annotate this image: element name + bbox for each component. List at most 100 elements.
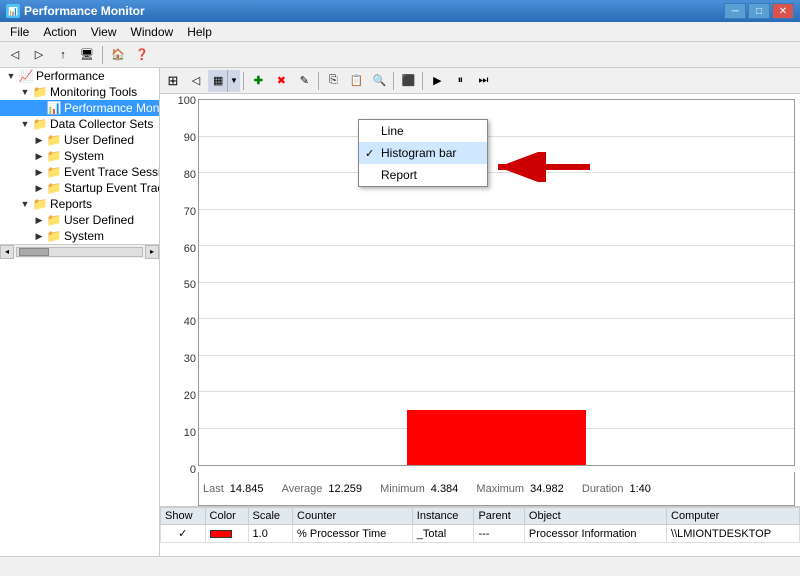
tree-user-defined-2[interactable]: ▶ 📁 User Defined <box>0 212 159 228</box>
counter-table: Show Color Scale Counter Instance Parent… <box>160 507 800 543</box>
main-container: ▼ 📈 Performance ▼ 📁 Monitoring Tools 📊 P… <box>0 68 800 556</box>
cell-computer: \\LMIONTDESKTOP <box>667 525 800 543</box>
histogram-bar <box>407 410 586 465</box>
tree-system-2[interactable]: ▶ 📁 System <box>0 228 159 244</box>
folder-icon: 📁 <box>32 197 48 211</box>
scrollbar-track[interactable] <box>16 247 143 257</box>
tree-system[interactable]: ▶ 📁 System <box>0 148 159 164</box>
ct-step[interactable]: ⏭ <box>472 71 494 91</box>
y-label-10: 10 <box>162 428 196 439</box>
chart-container: 0 10 20 30 40 50 60 70 80 90 100 <box>160 94 800 506</box>
ct-freeze[interactable]: ⬛ <box>397 71 419 91</box>
ct-view[interactable]: ⊞ <box>162 71 184 91</box>
dd-report[interactable]: Report <box>359 164 487 186</box>
chart-type-icon: ▦ <box>213 74 223 87</box>
main-toolbar: ◁ ▷ ↑ 🖥 🏠 ❓ <box>0 42 800 68</box>
tree-monitoring-tools[interactable]: ▼ 📁 Monitoring Tools <box>0 84 159 100</box>
chart-type-main: ▦ <box>209 74 227 87</box>
sidebar-scrollbar[interactable]: ◂ ▸ <box>0 244 159 258</box>
minimize-button[interactable]: ─ <box>724 3 746 19</box>
dd-histogram[interactable]: Histogram bar <box>359 142 487 164</box>
tree-label: Startup Event Trace Sess <box>64 181 160 195</box>
counter-table-wrap: Show Color Scale Counter Instance Parent… <box>160 506 800 556</box>
y-label-40: 40 <box>162 317 196 328</box>
chart-type-button[interactable]: ▦ ▼ <box>208 70 240 92</box>
perf-icon: 📈 <box>18 69 34 83</box>
cell-show: ✓ <box>161 525 206 543</box>
cell-color <box>205 525 248 543</box>
expand-icon: ▼ <box>18 87 32 97</box>
last-value: 14.845 <box>230 483 264 495</box>
ct-copy[interactable]: ⎘ <box>322 71 344 91</box>
ct-paste[interactable]: 📋 <box>345 71 367 91</box>
folder-icon: 📁 <box>46 133 62 147</box>
expand-icon: ▶ <box>32 135 46 146</box>
cell-object: Processor Information <box>524 525 666 543</box>
tree-event-trace[interactable]: ▶ 📁 Event Trace Sessions <box>0 164 159 180</box>
ct-add[interactable]: ✚ <box>247 71 269 91</box>
expand-icon: ▶ <box>32 167 46 178</box>
expand-icon: ▶ <box>32 183 46 194</box>
scrollbar-thumb[interactable] <box>19 248 49 256</box>
grid-line-40 <box>199 318 794 319</box>
ct-properties[interactable]: 🔍 <box>368 71 390 91</box>
col-object: Object <box>524 508 666 525</box>
tree-reports[interactable]: ▼ 📁 Reports <box>0 196 159 212</box>
tree-label: System <box>64 229 104 243</box>
ct-pause[interactable]: ⏸ <box>449 71 471 91</box>
tb-help[interactable]: ❓ <box>131 45 153 65</box>
tree-user-defined-1[interactable]: ▶ 📁 User Defined <box>0 132 159 148</box>
grid-line-60 <box>199 245 794 246</box>
last-label: Last <box>203 483 224 495</box>
menu-window[interactable]: Window <box>125 23 180 41</box>
table-row[interactable]: ✓ 1.0 % Processor Time _Total --- Proces… <box>161 525 800 543</box>
chart-icon: 📊 <box>46 101 62 115</box>
y-label-0: 0 <box>162 465 196 476</box>
avg-value: 12.259 <box>328 483 362 495</box>
dur-value: 1:40 <box>629 483 650 495</box>
tb-forward[interactable]: ▷ <box>28 45 50 65</box>
tree-label: User Defined <box>64 133 134 147</box>
tree-performance[interactable]: ▼ 📈 Performance <box>0 68 159 84</box>
title-bar: 📊 Performance Monitor ─ □ ✕ <box>0 0 800 22</box>
scroll-right[interactable]: ▸ <box>145 245 159 259</box>
title-bar-left: 📊 Performance Monitor <box>6 4 145 18</box>
ct-back[interactable]: ◁ <box>185 71 207 91</box>
cell-instance: _Total <box>412 525 474 543</box>
tb-show-hide[interactable]: 🖥 <box>76 45 98 65</box>
folder-icon: 📁 <box>32 117 48 131</box>
grid-line-90 <box>199 136 794 137</box>
tb-back[interactable]: ◁ <box>4 45 26 65</box>
menu-view[interactable]: View <box>85 23 123 41</box>
avg-label: Average <box>282 483 323 495</box>
tree-data-collector-sets[interactable]: ▼ 📁 Data Collector Sets <box>0 116 159 132</box>
ct-delete[interactable]: ✖ <box>270 71 292 91</box>
tree-performance-monitor[interactable]: 📊 Performance Monitor <box>0 100 159 116</box>
tree-label: System <box>64 149 104 163</box>
menu-help[interactable]: Help <box>181 23 218 41</box>
scroll-left[interactable]: ◂ <box>0 245 14 259</box>
ct-sep2 <box>318 72 319 90</box>
expand-icon: ▼ <box>4 71 18 81</box>
y-label-100: 100 <box>162 96 196 107</box>
dur-label: Duration <box>582 483 624 495</box>
col-color: Color <box>205 508 248 525</box>
ct-play[interactable]: ▶ <box>426 71 448 91</box>
y-label-30: 30 <box>162 354 196 365</box>
col-scale: Scale <box>248 508 293 525</box>
tb-up[interactable]: ↑ <box>52 45 74 65</box>
expand-icon: ▶ <box>32 231 46 242</box>
close-button[interactable]: ✕ <box>772 3 794 19</box>
menu-file[interactable]: File <box>4 23 35 41</box>
dd-histogram-label: Histogram bar <box>381 146 456 160</box>
maximize-button[interactable]: □ <box>748 3 770 19</box>
grid-line-30 <box>199 355 794 356</box>
dd-line[interactable]: Line <box>359 120 487 142</box>
col-instance: Instance <box>412 508 474 525</box>
ct-highlight[interactable]: ✎ <box>293 71 315 91</box>
menu-action[interactable]: Action <box>37 23 82 41</box>
tb-home[interactable]: 🏠 <box>107 45 129 65</box>
col-computer: Computer <box>667 508 800 525</box>
tree-startup-event[interactable]: ▶ 📁 Startup Event Trace Sess <box>0 180 159 196</box>
chart-type-dropdown-arrow[interactable]: ▼ <box>227 70 239 92</box>
